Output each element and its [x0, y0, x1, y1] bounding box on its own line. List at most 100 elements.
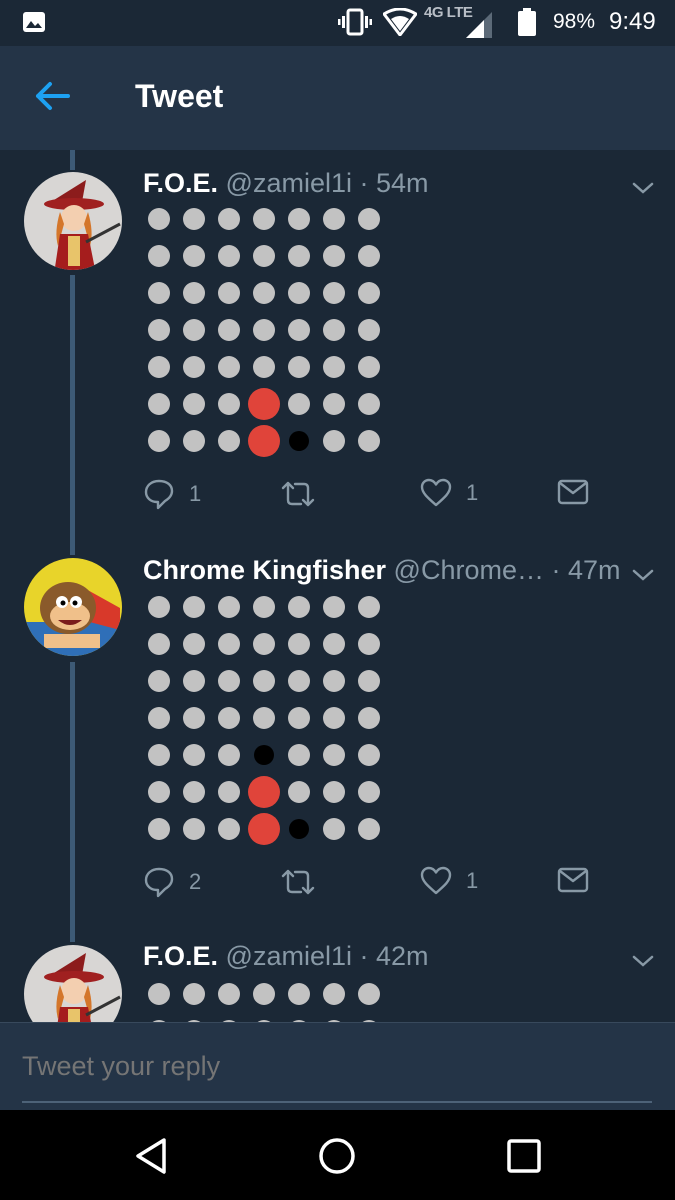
grey-dot — [288, 356, 310, 378]
battery-icon — [518, 8, 536, 36]
grey-dot — [323, 744, 345, 766]
grey-dot — [323, 596, 345, 618]
tweet[interactable]: F.O.E. @zamiel1i · 54m 1 1 — [0, 160, 675, 540]
grey-dot — [183, 670, 205, 692]
grey-dot — [358, 707, 380, 729]
grey-dot — [288, 208, 310, 230]
grey-dot — [148, 983, 170, 1005]
display-name[interactable]: F.O.E. — [143, 168, 218, 198]
grey-dot — [288, 707, 310, 729]
user-handle[interactable]: @Chrome… — [394, 555, 544, 585]
grey-dot — [253, 208, 275, 230]
red-dot — [248, 776, 280, 808]
grey-dot — [218, 596, 240, 618]
witch-avatar-image — [24, 172, 122, 270]
grey-dot — [218, 670, 240, 692]
avatar[interactable] — [22, 170, 124, 272]
grey-dot — [253, 282, 275, 304]
reply-input[interactable] — [22, 1051, 652, 1082]
nav-back-icon[interactable] — [126, 1132, 176, 1180]
reply-icon — [144, 867, 174, 898]
grey-dot — [323, 430, 345, 452]
grey-dot — [288, 596, 310, 618]
nav-home-icon[interactable] — [312, 1132, 362, 1180]
grey-dot — [358, 430, 380, 452]
grey-dot — [358, 208, 380, 230]
direct-message-button[interactable] — [557, 866, 589, 894]
grey-dot — [148, 356, 170, 378]
grey-dot — [183, 983, 205, 1005]
grey-dot — [288, 781, 310, 803]
grey-dot — [183, 430, 205, 452]
grey-dot — [358, 319, 380, 341]
grey-dot — [148, 744, 170, 766]
back-arrow-icon[interactable] — [30, 76, 76, 116]
grey-dot — [218, 818, 240, 840]
tweet-time: · 42m — [359, 941, 429, 971]
tweet[interactable]: F.O.E. @zamiel1i · 42m — [0, 935, 675, 1022]
user-handle[interactable]: @zamiel1i — [226, 941, 352, 971]
grey-dot — [358, 282, 380, 304]
grey-dot — [288, 245, 310, 267]
battery-percentage: 98% — [553, 10, 596, 33]
grey-dot — [288, 633, 310, 655]
tweet-actions: 2 1 — [143, 866, 603, 902]
user-handle[interactable]: @zamiel1i — [226, 168, 352, 198]
grey-dot — [218, 208, 240, 230]
grey-dot — [288, 319, 310, 341]
reply-count: 1 — [189, 481, 202, 506]
grey-dot — [323, 282, 345, 304]
red-dot — [248, 388, 280, 420]
grey-dot — [218, 983, 240, 1005]
signal-icon — [466, 12, 492, 38]
reply-button[interactable]: 1 — [143, 478, 201, 510]
grey-dot — [148, 596, 170, 618]
retweet-icon — [281, 869, 315, 895]
display-name[interactable]: F.O.E. — [143, 941, 218, 971]
avatar[interactable] — [22, 556, 124, 658]
grey-dot — [358, 818, 380, 840]
like-count: 1 — [466, 868, 479, 893]
chevron-down-icon[interactable] — [631, 953, 655, 969]
grey-dot — [183, 245, 205, 267]
clock: 9:49 — [609, 8, 656, 35]
grey-dot — [323, 245, 345, 267]
like-button[interactable]: 1 — [420, 478, 478, 508]
grey-dot — [183, 818, 205, 840]
grey-dot — [288, 393, 310, 415]
grey-dot — [183, 781, 205, 803]
grey-dot — [183, 707, 205, 729]
like-button[interactable]: 1 — [420, 866, 478, 896]
grey-dot — [183, 282, 205, 304]
grey-dot — [218, 744, 240, 766]
display-name[interactable]: Chrome Kingfisher — [143, 555, 386, 585]
grey-dot — [358, 633, 380, 655]
grey-dot — [148, 430, 170, 452]
retweet-button[interactable] — [281, 478, 329, 510]
direct-message-button[interactable] — [557, 478, 589, 506]
reply-button[interactable]: 2 — [143, 866, 201, 898]
grey-dot — [183, 596, 205, 618]
retweet-button[interactable] — [281, 866, 329, 898]
grey-dot — [358, 596, 380, 618]
grey-dot — [148, 319, 170, 341]
grey-dot — [253, 633, 275, 655]
witch-avatar-image — [24, 945, 122, 1022]
tweet[interactable]: Chrome Kingfisher @Chrome… · 47m 2 1 — [0, 548, 675, 928]
grey-dot — [218, 633, 240, 655]
grey-dot — [148, 818, 170, 840]
nav-recents-icon[interactable] — [499, 1132, 549, 1180]
grey-dot — [323, 356, 345, 378]
heart-icon — [420, 478, 452, 507]
tweet-header: F.O.E. @zamiel1i · 54m — [143, 168, 429, 199]
avatar[interactable] — [22, 943, 124, 1022]
heart-icon — [420, 866, 452, 895]
envelope-icon — [557, 867, 589, 893]
chevron-down-icon[interactable] — [631, 567, 655, 583]
grey-dot — [253, 356, 275, 378]
grey-dot — [288, 983, 310, 1005]
red-dot — [248, 813, 280, 845]
chevron-down-icon[interactable] — [631, 180, 655, 196]
grey-dot — [218, 430, 240, 452]
grey-dot — [323, 670, 345, 692]
